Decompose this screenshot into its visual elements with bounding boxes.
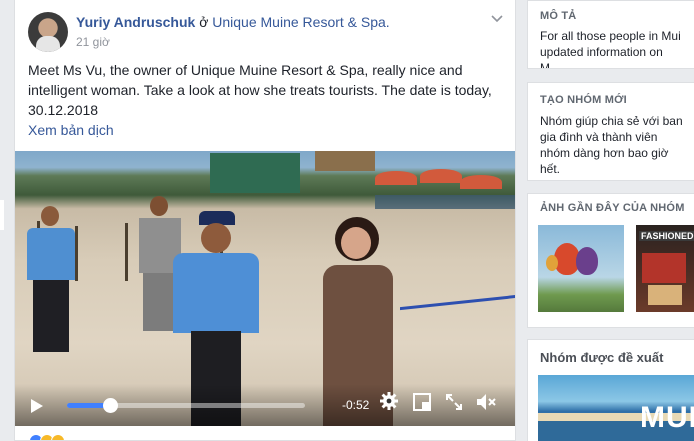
avatar[interactable] bbox=[28, 12, 68, 52]
author-link[interactable]: Yuriy Andruschuk bbox=[76, 14, 195, 30]
chevron-down-icon[interactable] bbox=[491, 12, 503, 26]
post-header: Yuriy Andruschuk ở Unique Muine Resort &… bbox=[76, 14, 390, 30]
photo-balloons[interactable] bbox=[538, 225, 624, 312]
beach-umbrella bbox=[420, 169, 462, 183]
group-description-box: MÔ TẢ For all those people in Mui update… bbox=[527, 0, 694, 69]
volume-icon[interactable] bbox=[475, 393, 497, 414]
time-remaining: -0:52 bbox=[342, 398, 370, 412]
video-controls: -0:52 bbox=[15, 384, 515, 426]
wow-icon bbox=[51, 434, 65, 440]
recent-photos-heading: ẢNH GẦN ĐÂY CỦA NHÓM bbox=[540, 202, 685, 214]
post-card: Yuriy Andruschuk ở Unique Muine Resort &… bbox=[14, 0, 516, 441]
beach-umbrella bbox=[460, 175, 502, 189]
fullscreen-icon[interactable] bbox=[445, 393, 463, 414]
see-translation-link[interactable]: Xem bản dịch bbox=[28, 122, 114, 138]
hut-roof bbox=[315, 151, 375, 171]
description-heading: MÔ TẢ bbox=[540, 10, 577, 22]
blue-net bbox=[400, 294, 515, 318]
suggested-image-text: MUI bbox=[640, 401, 694, 434]
video-player[interactable]: -0:52 bbox=[15, 151, 515, 426]
at-text: ở bbox=[199, 14, 209, 30]
green-fence bbox=[210, 153, 300, 193]
description-text: For all those people in Mui updated info… bbox=[540, 29, 681, 69]
suggested-heading: Nhóm được đề xuất bbox=[540, 350, 664, 365]
create-group-text[interactable]: Nhóm giúp chia sẻ với ban gia đình và th… bbox=[540, 113, 686, 177]
beach-umbrella bbox=[375, 171, 417, 185]
left-edge bbox=[0, 200, 4, 230]
settings-icon[interactable] bbox=[379, 391, 399, 414]
create-group-box: TẠO NHÓM MỚI Nhóm giúp chia sẻ với ban g… bbox=[527, 82, 694, 181]
create-group-heading: TẠO NHÓM MỚI bbox=[540, 94, 627, 106]
sunbeds bbox=[375, 195, 515, 209]
pip-icon[interactable] bbox=[413, 393, 431, 414]
palm-trunk bbox=[125, 223, 128, 281]
post-text: Meet Ms Vu, the owner of Unique Muine Re… bbox=[28, 62, 492, 118]
play-icon[interactable] bbox=[31, 399, 43, 413]
suggested-group-image[interactable]: MUI bbox=[538, 375, 694, 441]
progress-bar[interactable] bbox=[67, 398, 305, 413]
progress-knob[interactable] bbox=[102, 398, 118, 413]
group-link[interactable]: Unique Muine Resort & Spa. bbox=[212, 14, 389, 30]
photo-fashioned[interactable]: FASHIONED bbox=[636, 225, 694, 312]
fashioned-sign: FASHIONED bbox=[639, 231, 694, 241]
post-timestamp[interactable]: 21 giờ bbox=[76, 35, 110, 49]
reaction-icons[interactable] bbox=[29, 434, 69, 440]
guard-left bbox=[23, 206, 79, 356]
